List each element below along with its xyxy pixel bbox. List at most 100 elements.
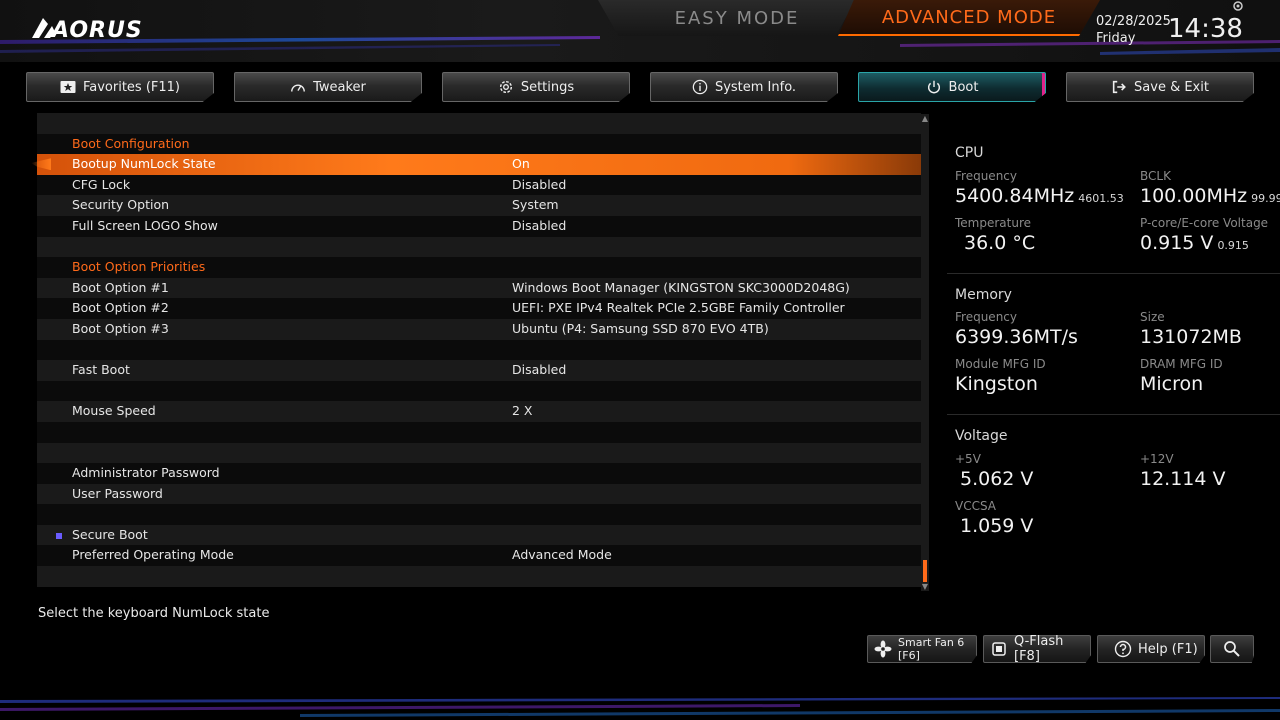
selection-marker-icon	[31, 158, 51, 171]
spacer-row	[37, 380, 921, 402]
setting-row[interactable]: Boot Option #2 UEFI: PXE IPv4 Realtek PCI…	[37, 298, 921, 319]
setting-label: Boot Option #3	[72, 320, 169, 336]
setting-row[interactable]: Mouse Speed 2 X	[37, 401, 921, 422]
setting-label: Mouse Speed	[72, 403, 156, 419]
date-display: 02/28/2025 Friday	[1096, 13, 1171, 47]
memory-dram-mfg: DRAM MFG ID Micron	[1140, 357, 1223, 395]
tab-tweaker[interactable]: Tweaker	[234, 72, 422, 102]
tab-system-info[interactable]: System Info.	[650, 72, 838, 102]
setting-label: Administrator Password	[72, 465, 220, 481]
boot-settings-list: Boot Configuration Bootup NumLock State On…	[31, 113, 921, 590]
spacer-row	[37, 566, 921, 587]
setting-value[interactable]: Disabled	[512, 175, 566, 196]
footer-streaks	[0, 697, 1280, 717]
tab-label: Save & Exit	[1134, 79, 1209, 95]
memory-section: Memory Frequency 6399.36MT/s Size 131072…	[947, 287, 1280, 415]
setting-label: Boot Configuration	[72, 135, 190, 151]
chip-icon	[990, 640, 1008, 658]
submenu-bullet-icon	[56, 532, 62, 539]
setting-value[interactable]: Disabled	[512, 360, 566, 381]
setting-label: Boot Option Priorities	[72, 259, 206, 275]
spacer-row	[37, 113, 921, 134]
spacer-row	[37, 504, 921, 525]
easy-mode-button[interactable]: EASY MODE	[598, 0, 856, 36]
voltage-vccsa: VCCSA 1.059 V	[955, 499, 1034, 537]
setting-value[interactable]: UEFI: PXE IPv4 Realtek PCIe 2.5GBE Famil…	[512, 298, 845, 319]
advanced-mode-button[interactable]: ADVANCED MODE	[838, 0, 1100, 36]
setting-label: Preferred Operating Mode	[72, 547, 234, 563]
help-icon	[1114, 640, 1132, 658]
memory-module-mfg: Module MFG ID Kingston	[955, 357, 1046, 395]
date-text: 02/28/2025	[1096, 14, 1171, 29]
divider	[947, 414, 1280, 415]
scroll-up-arrow-icon[interactable]: ▲	[921, 114, 929, 123]
info-icon	[692, 79, 708, 95]
smart-fan-label: Smart Fan 6 [F6]	[898, 636, 965, 662]
cpu-temperature: Temperature 36.0 °C	[955, 216, 1036, 254]
setting-row[interactable]: User Password	[37, 483, 921, 505]
tab-save-exit[interactable]: Save & Exit	[1066, 72, 1254, 102]
setting-label: Boot Option #1	[72, 279, 169, 295]
setting-label: Secure Boot	[72, 526, 148, 542]
help-button[interactable]: Help (F1)	[1097, 635, 1205, 663]
tab-label: Settings	[520, 79, 575, 95]
tab-label: Boot	[948, 79, 979, 95]
setting-row[interactable]: Boot Option #1 Windows Boot Manager (KING…	[37, 277, 921, 299]
section-header: Boot Configuration	[37, 133, 921, 155]
setting-row[interactable]: Secure Boot	[37, 524, 921, 546]
tab-boot[interactable]: Boot	[858, 72, 1046, 102]
spacer-row	[37, 339, 921, 361]
setting-label: User Password	[72, 485, 163, 501]
spacer-row	[37, 236, 921, 258]
setting-value[interactable]: Windows Boot Manager (KINGSTON SKC3000D2…	[512, 278, 850, 299]
voltage-12v: +12V 12.114 V	[1140, 452, 1226, 490]
search-icon	[1223, 640, 1241, 658]
setting-value[interactable]: Advanced Mode	[512, 545, 612, 566]
scrollbar[interactable]: ▲ ▼	[921, 114, 929, 591]
setting-row[interactable]: Security Option System	[37, 195, 921, 216]
star-icon	[60, 79, 76, 95]
cpu-bclk: BCLK 100.00MHz 99.99	[1140, 169, 1280, 207]
setting-label: Bootup NumLock State	[72, 156, 216, 172]
setting-value[interactable]: Ubuntu (P4: Samsung SSD 870 EVO 4TB)	[512, 319, 769, 340]
memory-title: Memory	[955, 287, 1012, 303]
voltage-title: Voltage	[955, 428, 1008, 444]
setting-row[interactable]: Boot Option #3 Ubuntu (P4: Samsung SSD 87…	[37, 318, 921, 340]
cpu-title: CPU	[955, 145, 984, 161]
tab-settings[interactable]: Settings	[442, 72, 630, 102]
setting-row[interactable]: CFG Lock Disabled	[37, 174, 921, 196]
day-text: Friday	[1096, 31, 1136, 46]
setting-row[interactable]: Administrator Password	[37, 463, 921, 484]
setting-value[interactable]: On	[512, 154, 530, 175]
gauge-icon	[290, 79, 306, 95]
setting-label: Full Screen LOGO Show	[72, 217, 218, 233]
cpu-frequency: Frequency 5400.84MHz 4601.53	[955, 169, 1124, 207]
help-hint-text: Select the keyboard NumLock state	[38, 606, 270, 621]
setting-row[interactable]: Full Screen LOGO Show Disabled	[37, 215, 921, 237]
tab-label: Favorites (F11)	[82, 79, 181, 95]
scroll-down-arrow-icon[interactable]: ▼	[921, 582, 929, 591]
gear-icon	[498, 79, 514, 95]
cpu-voltage: P-core/E-core Voltage 0.915 V 0.915	[1140, 216, 1269, 254]
setting-label: Security Option	[72, 197, 170, 213]
smart-fan-button[interactable]: Smart Fan 6 [F6]	[867, 635, 977, 663]
memory-size: Size 131072MB	[1140, 310, 1242, 348]
setting-row[interactable]: Bootup NumLock State On	[31, 154, 921, 175]
setting-value[interactable]: System	[512, 195, 559, 216]
setting-label: Boot Option #2	[72, 300, 169, 316]
power-icon	[926, 79, 942, 95]
tab-favorites[interactable]: Favorites (F11)	[26, 72, 214, 102]
exit-icon	[1111, 79, 1127, 95]
search-button[interactable]	[1210, 635, 1254, 663]
fan-icon	[874, 640, 892, 658]
qflash-button[interactable]: Q-Flash [F8]	[983, 635, 1091, 663]
setting-value[interactable]: 2 X	[512, 401, 533, 422]
setting-value[interactable]: Disabled	[512, 216, 566, 237]
voltage-section: Voltage +5V 5.062 V +12V 12.114 V VCCSA …	[955, 428, 1280, 537]
scrollbar-thumb[interactable]	[923, 560, 927, 582]
setting-row[interactable]: Preferred Operating Mode Advanced Mode	[37, 545, 921, 567]
settings-gear-icon[interactable]	[1232, 0, 1244, 12]
tab-label: System Info.	[714, 79, 797, 95]
time-display: 14:38	[1168, 14, 1243, 44]
setting-row[interactable]: Fast Boot Disabled	[37, 360, 921, 381]
